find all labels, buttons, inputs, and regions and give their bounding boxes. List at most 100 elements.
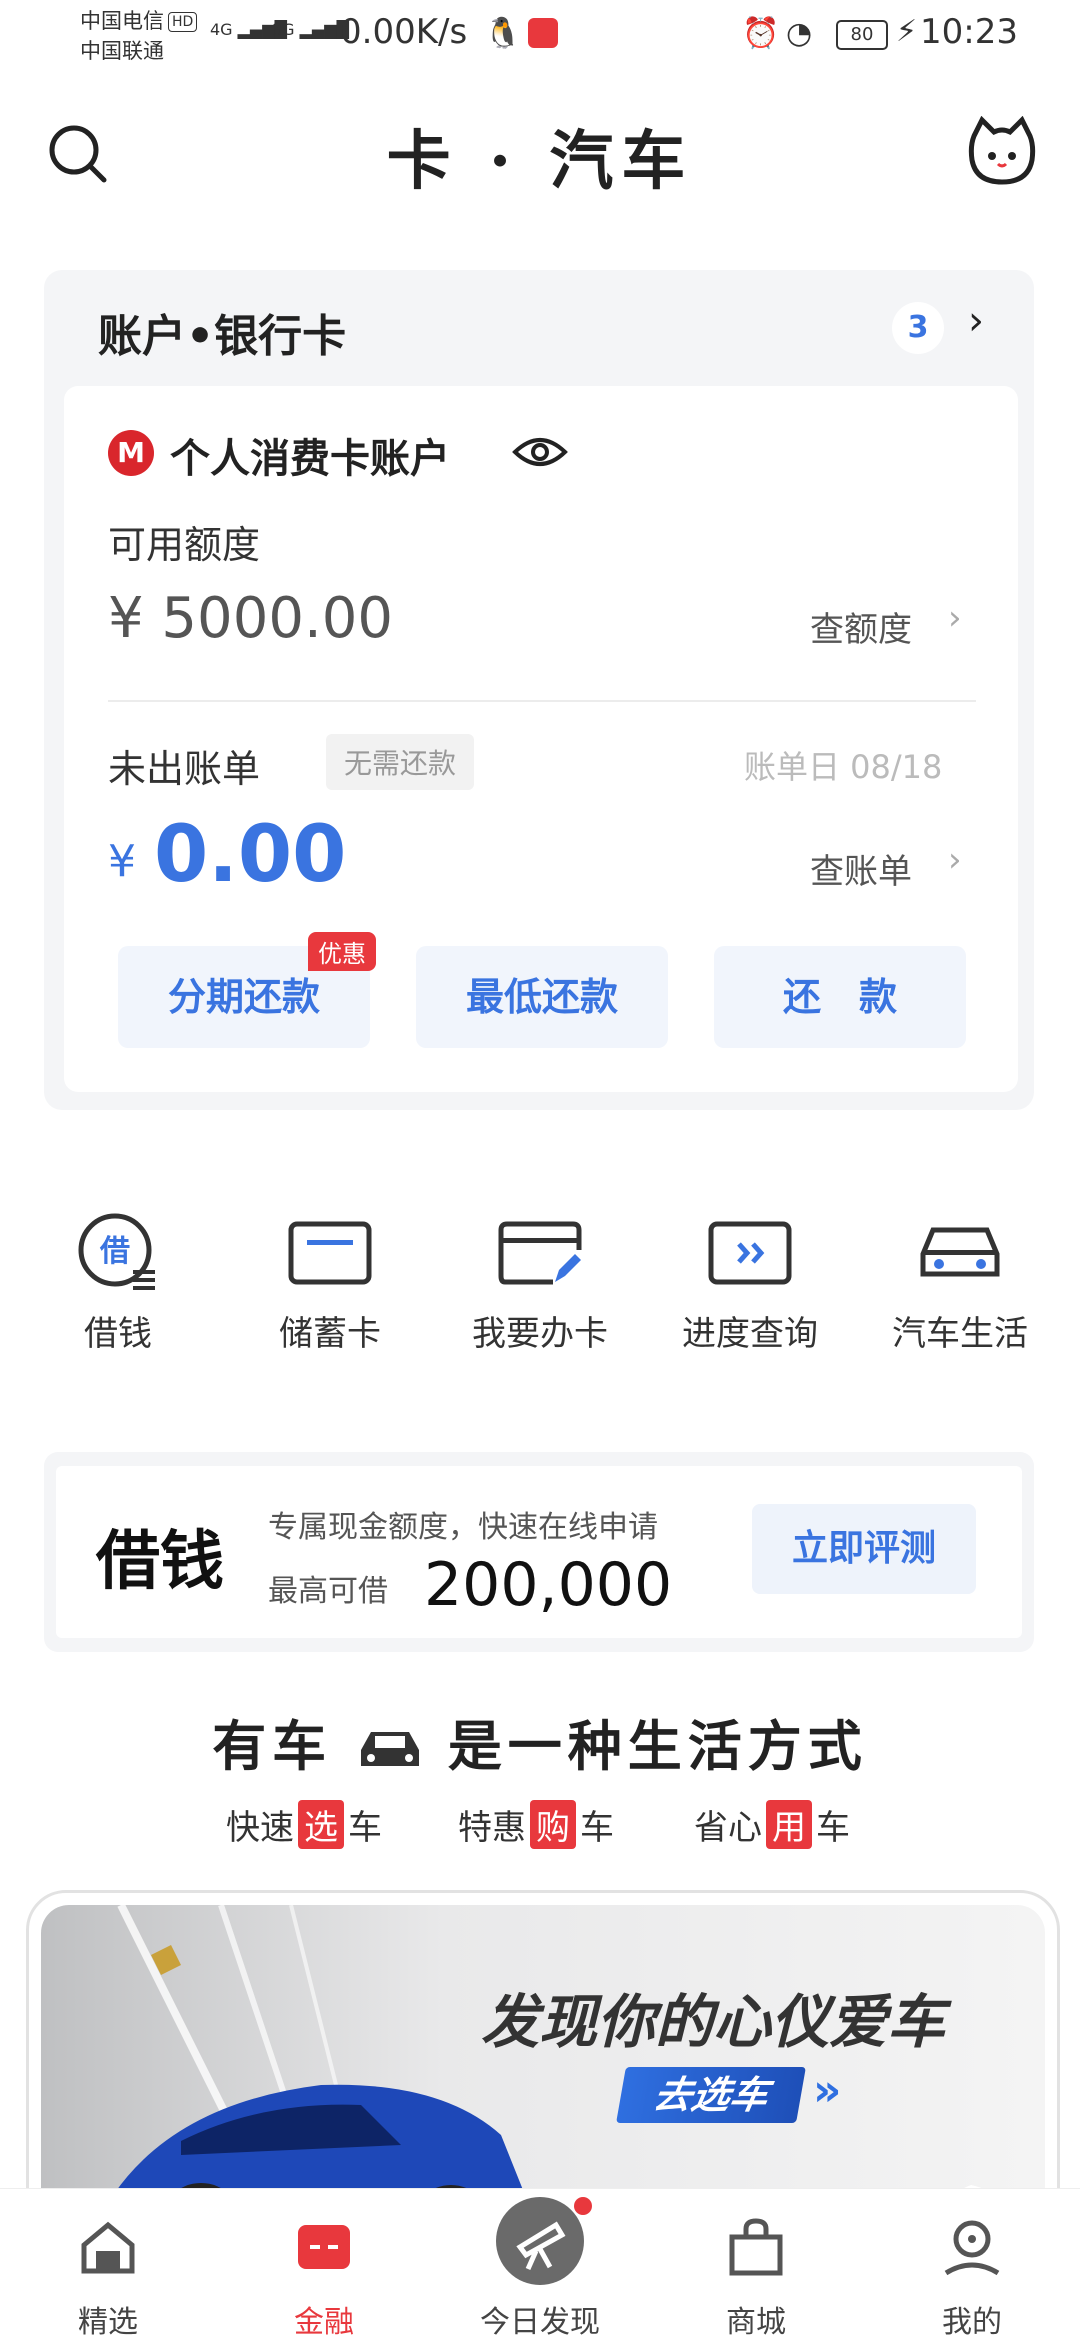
check-limit-link[interactable]: 查额度 [810,602,912,651]
loan-card-inner: 借钱 专属现金额度，快速在线申请 最高可借 200,000 立即评测 [56,1466,1022,1638]
divider [108,700,976,702]
account-name: 个人消费卡账户 [170,436,450,482]
net2-label: 3G [272,20,295,39]
carrier2-label: 中国联通 [80,39,164,63]
status-bar: 中国电信 HD 中国联通 4G ▂▄▆█ 3G ▂▄▆█ 0.00K/s 🐧 ⏰ … [0,0,1080,80]
quick-action-car-life[interactable]: 汽车生活 [870,1210,1050,1355]
finance-icon [294,2217,354,2277]
qq-icon: 🐧 [484,16,522,51]
quick-action-apply-card[interactable]: 我要办卡 [450,1210,630,1355]
loan-description: 专属现金额度，快速在线申请 [268,1510,658,1545]
card-count-badge[interactable]: 3 [892,302,944,354]
alarm-icon: ⏰ [742,16,780,51]
nav-item-profile[interactable]: 我的 [864,2189,1080,2341]
chevron-right-icon[interactable]: › [948,840,962,880]
repay-button[interactable]: 还 款 [714,946,966,1048]
nav-label: 商城 [726,2305,786,2340]
unbilled-label: 未出账单 [108,747,261,791]
min-repay-button[interactable]: 最低还款 [416,946,668,1048]
bottom-nav: 精选 金融 今日发现 商城 我的 [0,2188,1080,2341]
progress-icon [707,1210,793,1296]
nav-item-finance[interactable]: 金融 [216,2189,432,2341]
car-emoji-icon [357,1719,423,1783]
speed-meter-icon: ◔ [786,16,813,51]
feature-text: 快速 [226,1808,294,1848]
feature-text: 车 [348,1808,382,1848]
promo-badge: 优惠 [308,932,376,971]
consumer-card-panel: M 个人消费卡账户 可用额度 ¥ 5000.00 查额度 › 未出账单 无需还款… [64,386,1018,1092]
currency-symbol: ¥ [108,836,136,887]
signal-icon-2: 3G ▂▄▆█ [272,20,349,39]
telescope-icon [496,2197,584,2285]
feature-highlight: 用 [766,1800,812,1849]
debit-card-icon [287,1210,373,1296]
net-speed: 0.00K/s [340,12,468,52]
car-title-right: 是一种生活方式 [447,1714,868,1778]
account-card: 账户•银行卡 3 › M 个人消费卡账户 可用额度 ¥ 5000.00 查额度 … [44,270,1034,1110]
quick-action-label: 汽车生活 [892,1314,1028,1354]
feature-worry-free-use: 省心用车 [694,1800,850,1849]
check-bill-link[interactable]: 查账单 [810,844,912,893]
available-limit-amount: ¥ 5000.00 [108,586,394,651]
bank-logo-icon: M [108,430,154,476]
page-title: 卡 · 汽车 [386,124,694,199]
car-icon [917,1210,1003,1296]
chevron-right-icon[interactable]: › [968,298,984,344]
nav-label: 今日发现 [480,2305,600,2340]
quick-action-label: 进度查询 [682,1314,818,1354]
loan-max-label: 最高可借 [268,1574,388,1609]
car-section-title: 有车 是一种生活方式 [0,1702,1080,1783]
battery-icon: 80 [836,20,888,50]
quick-action-borrow[interactable]: 借 借钱 [28,1210,208,1355]
hd-badge: HD [168,12,198,32]
feature-text: 车 [816,1808,850,1848]
borrow-icon: 借 [75,1210,161,1296]
choose-car-button[interactable]: 去选车 [616,2067,806,2123]
account-card-title: 账户•银行卡 [98,311,347,362]
carrier-info: 中国电信 HD 中国联通 [80,6,198,66]
feature-text: 特惠 [458,1808,526,1848]
nav-item-featured[interactable]: 精选 [0,2189,216,2341]
net1-label: 4G [210,20,233,39]
mascot-avatar-icon[interactable] [968,115,1036,188]
quick-action-label: 借钱 [84,1314,152,1354]
apply-card-icon [497,1210,583,1296]
feature-text: 车 [580,1808,614,1848]
chevron-right-icon[interactable]: › [948,598,962,638]
eye-icon[interactable] [512,434,568,470]
nav-label: 我的 [942,2305,1002,2340]
quick-action-progress[interactable]: 进度查询 [660,1210,840,1355]
feature-text: 省心 [694,1808,762,1848]
quick-action-debit-card[interactable]: 储蓄卡 [240,1210,420,1355]
borrow-icon-glyph: 借 [99,1234,130,1269]
bill-date: 账单日 08/18 [744,748,943,786]
nav-item-discover[interactable]: 今日发现 [432,2189,648,2341]
nav-label: 精选 [78,2305,138,2340]
double-chevron-icon: » [813,2065,842,2116]
nav-item-mall[interactable]: 商城 [648,2189,864,2341]
notification-dot [574,2197,592,2215]
nav-label: 金融 [294,2305,354,2340]
shopping-bag-icon [726,2217,786,2277]
unbilled-amount: 0.00 [154,810,347,900]
loan-card: 借钱 专属现金额度，快速在线申请 最高可借 200,000 立即评测 [44,1452,1034,1652]
app-notification-icon [528,18,558,48]
feature-discount-buy: 特惠购车 [458,1800,614,1849]
carrier1-label: 中国电信 [80,9,164,33]
feature-highlight: 选 [298,1800,344,1849]
feature-quick-select: 快速选车 [226,1800,382,1849]
feature-highlight: 购 [530,1800,576,1849]
quick-action-label: 我要办卡 [472,1314,608,1354]
no-repay-badge: 无需还款 [326,734,475,790]
profile-icon [942,2217,1002,2277]
home-icon [78,2217,138,2277]
loan-max-amount: 200,000 [424,1550,673,1620]
assess-now-button[interactable]: 立即评测 [752,1504,976,1594]
available-limit-label: 可用额度 [108,523,261,567]
quick-action-label: 储蓄卡 [279,1314,381,1354]
clock: 10:23 [920,12,1018,52]
car-title-left: 有车 [212,1714,333,1778]
loan-title: 借钱 [96,1524,224,1599]
charging-icon: ⚡ [896,14,918,49]
banner-slogan: 发现你的心仪爱车 [481,1988,946,2056]
